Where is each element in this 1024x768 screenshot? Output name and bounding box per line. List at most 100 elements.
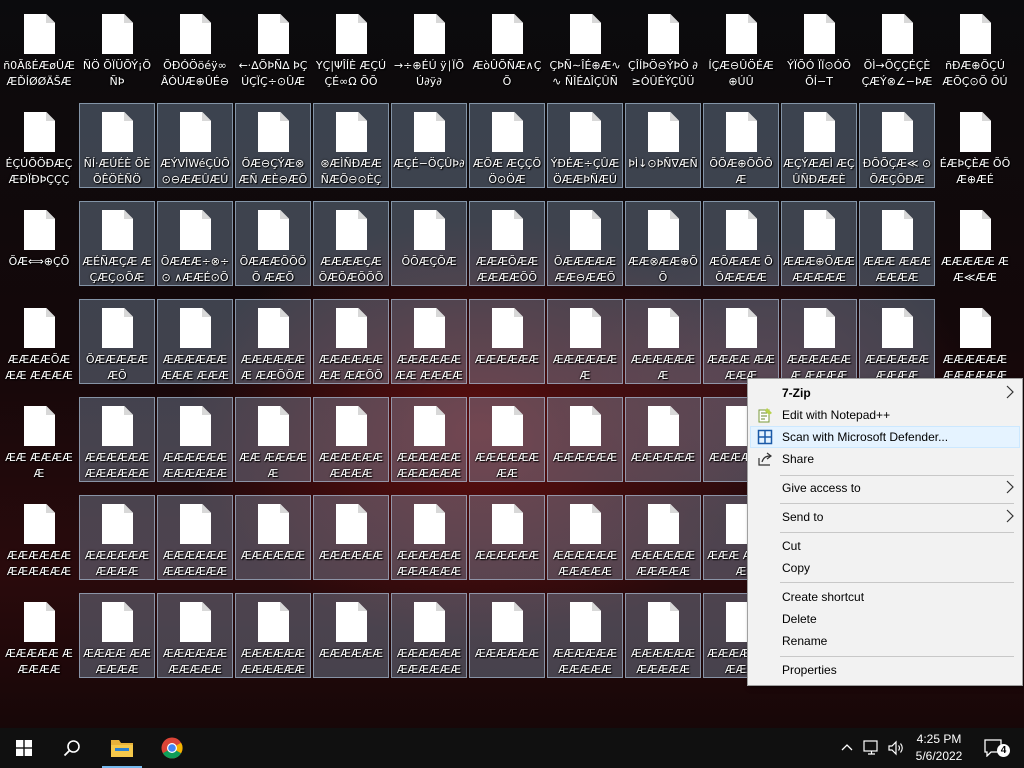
desktop-file-icon[interactable]: ÆÆÆÆÆÆ ÆÆÆÆ xyxy=(79,495,155,580)
windows-start-icon[interactable] xyxy=(0,728,48,768)
menu-item-scan-defender[interactable]: Scan with Microsoft Defender... xyxy=(750,426,1020,448)
desktop-file-icon[interactable]: ÕÆÆÆÆÆ ÆÆ⊖ÆÆÕ xyxy=(547,201,623,286)
desktop-file-icon[interactable]: ÆÇÝÆÆÌ ÆÇÛÑÐÆÆÈ xyxy=(781,103,857,188)
desktop-file-icon[interactable]: ÆÇÉ−ÖÇÛÞ∂ xyxy=(391,103,467,188)
desktop-file-icon[interactable]: ÕÌ→ÕÇÇÉÇÈ ÇÆÝ⊗∠−ÞÆ xyxy=(859,5,935,90)
desktop-file-icon[interactable]: ÞÌ↓⊙ÞÑ∇ÆÑ xyxy=(625,103,701,188)
desktop-file-icon[interactable]: ÑÍ⋅ÆÚÉÈ ÕÈ ÕÊÖÈÑÖ xyxy=(79,103,155,188)
desktop-file-icon[interactable]: ÆÆÆÆÆÆ ÆÆÆÆ xyxy=(313,397,389,482)
desktop-file-icon[interactable]: ÆÆÆÆÆÆ xyxy=(469,593,545,678)
desktop-file-icon[interactable]: →÷⊕ÉÚ ÿ∣ÏÕÚ∂ÿ∂ xyxy=(391,5,467,90)
desktop-file-icon[interactable]: ÕÕÆÇÕÆ xyxy=(391,201,467,286)
file-label: ÆÆÆÆÆÆ ÆÆÆÆ xyxy=(318,451,384,480)
menu-item-properties[interactable]: Properties xyxy=(750,659,1020,681)
network-icon[interactable] xyxy=(860,728,884,768)
desktop-file-icon[interactable]: ÆÆÆÆÇÆ ÕÆÕÆÕÕÕ xyxy=(313,201,389,286)
desktop-file-icon[interactable]: ÕÐÓÖöéÿ∞ ÂÓÙÆ⊕ÛÉ⊖ xyxy=(157,5,233,90)
menu-item-delete[interactable]: Delete xyxy=(750,608,1020,630)
desktop-file-icon[interactable]: ÆÆÆÆÆÆ xyxy=(313,593,389,678)
menu-item-create-shortcut[interactable]: Create shortcut xyxy=(750,586,1020,608)
desktop-file-icon[interactable]: ÆÆÆÆÆÆÆ xyxy=(625,299,701,384)
desktop-file-icon[interactable]: ←⋅∆ÕÞÑ∆ ÞÇÚÇÏÇ÷⊙ÛÆ xyxy=(235,5,311,90)
desktop-file-icon[interactable]: ÉÇÚÕÖÐÆÇ ÆÐÏÐÞÇÇÇ xyxy=(1,103,77,188)
desktop-file-icon[interactable]: ÆÆÆÆÆÆÆÆÆ ÆÆÆÆÆÆÆ xyxy=(157,299,233,384)
desktop-file-icon[interactable]: ÆÆÆÆÆÆ ÆÆÆÆÆ xyxy=(625,495,701,580)
desktop-file-icon[interactable]: ÆÆÆÆÆ ÆÆ≪ÆÆ xyxy=(937,201,1013,286)
desktop-file-icon[interactable]: ÝÐÉÆ÷ÇÛÆ ÖÆÆÞÑÆÚ xyxy=(547,103,623,188)
desktop-file-icon[interactable]: ÆÆÆÆÆÆ ÆÆÆÆÆÆ xyxy=(235,593,311,678)
desktop-file-icon[interactable]: ÇÞÑ∼ÎÉ⊕Æ∿∿ ÑÎÉ∆ÎÇÛÑ xyxy=(547,5,623,90)
chrome-icon[interactable] xyxy=(148,728,196,768)
desktop-file-icon[interactable]: ÆÕÆ ÆÇÇÕÖ⊙ÖÆ xyxy=(469,103,545,188)
desktop-file-icon[interactable]: ÕÆÆÆÕÕÕÕ ÆÆÕ xyxy=(235,201,311,286)
desktop-file-icon[interactable]: ÕÆ⟺⊕ÇÕ xyxy=(1,201,77,286)
desktop-file-icon[interactable]: ÕÆÆÆÆÆÆÕ xyxy=(79,299,155,384)
desktop-file-icon[interactable]: ÆÆÆ ÆÆÆÆÆÆÆ xyxy=(859,201,935,286)
desktop-file-icon[interactable]: ÆÆÆÆÆÆ ÆÆÆÆÆÆ xyxy=(391,495,467,580)
desktop-file-icon[interactable]: ÆÆÆÆÆÆ ÆÆÆÆ xyxy=(859,299,935,384)
desktop-file-icon[interactable]: ÆÆÆÕÆÆ ÆÆÆÆÕÕ xyxy=(469,201,545,286)
desktop-file-icon[interactable]: ÆÕÆÆÆ ÕÕÆÆÆÆ xyxy=(703,201,779,286)
desktop-file-icon[interactable]: ÆÆÆÆÆÆ ÆÆÆÆÆ xyxy=(625,593,701,678)
desktop-file-icon[interactable]: ÆÆÆÆÆÆ xyxy=(469,299,545,384)
desktop-file-icon[interactable]: ÑÖ ÕÏÜÕÝ¡ÕÑÞ xyxy=(79,5,155,90)
desktop-file-icon[interactable]: ÆÉÑÆÇÆ ÆÇÆÇ⊙ÕÆ xyxy=(79,201,155,286)
search-icon[interactable] xyxy=(48,728,96,768)
chevron-up-icon[interactable] xyxy=(836,728,858,768)
desktop-file-icon[interactable]: ÉÆÞÇÈÆ ÕÕÆ⊕ÆÉ xyxy=(937,103,1013,188)
desktop-file-icon[interactable]: ÆÆÆÆÆÆ ÆÆÆÆÆÆ xyxy=(937,299,1013,384)
menu-item-rename[interactable]: Rename xyxy=(750,630,1020,652)
desktop-file-icon[interactable]: ÆÆÆ⊕ÕÆÆ ÆÆÆÆÆ xyxy=(781,201,857,286)
desktop-file-icon[interactable]: ÆÆÆÆÆÆÆ ÆÆÆÆ xyxy=(781,299,857,384)
desktop-file-icon[interactable]: ÆÆ ÆÆÆÆÆ xyxy=(1,397,77,482)
desktop-file-icon[interactable]: ÆÆÆÆÆÆÆÆ ÆÆÆÆÕÆ xyxy=(391,299,467,384)
desktop-file-icon[interactable]: ÆÆÆÆÆÆ ÆÆÆÆÆ xyxy=(157,593,233,678)
menu-item-give-access[interactable]: Give access to xyxy=(750,477,1020,499)
desktop-file-icon[interactable]: ÆÆÆÆ ÆÆÆÆÆÆ xyxy=(79,593,155,678)
desktop-file-icon[interactable]: ÆÆÆÆÆÆ ÆÆÆÆÆÆ xyxy=(157,397,233,482)
desktop-file-icon[interactable]: ÕÕÆ⊕ÕÕÕÆ xyxy=(703,103,779,188)
desktop-file-icon[interactable]: ÆÆÆÆÕÆÆÆ ÆÆÆÆÆÆ xyxy=(1,299,77,384)
desktop-file-icon[interactable]: ÆÆÆÆÆÆÆÆ xyxy=(469,397,545,482)
desktop-file-icon[interactable]: ÆÝVÌWéÇÛÕ ⊙⊖ÆÆÛÆÚ xyxy=(157,103,233,188)
desktop-file-icon[interactable]: ÇÎÍÞÖ⊖ÝÞÒ ∂≥ÓÛÉÝÇÛÜ xyxy=(625,5,701,90)
desktop-file-icon[interactable]: ÍÇÆ⊖ÛÖÉÆ⊕ÚÛ xyxy=(703,5,779,90)
desktop-file-icon[interactable]: ÆÆÆÆÆÆ xyxy=(469,495,545,580)
desktop-file-icon[interactable]: ÆÆÆÆÆÆ ÆÆÆÆÆÆ xyxy=(79,397,155,482)
file-explorer-icon[interactable] xyxy=(98,728,146,768)
notification-center-icon[interactable]: 4 xyxy=(976,728,1016,768)
desktop-file-icon[interactable]: ÐÕÕÇÆ≪ ⊙ÕÆÇÕÐÆ xyxy=(859,103,935,188)
desktop-file-icon[interactable]: ÕÆ⊖ÇÝÆ⊗ÆÑ ÆÈ⊖ÆÕÇÉ⊙ xyxy=(235,103,311,188)
desktop-file-icon[interactable]: ÆÆÆÆÆÆÆ xyxy=(547,299,623,384)
menu-item-7zip[interactable]: 7-Zip xyxy=(750,382,1020,404)
desktop-file-icon[interactable]: ÆÆ⊗ÆÆ⊕ÕÕ xyxy=(625,201,701,286)
desktop-file-icon[interactable]: ÕÆÆÆ÷⊗÷⊙ ∧ÆÆÉ⊙ÕÆ xyxy=(157,201,233,286)
desktop-file-icon[interactable]: ÆÆÆÆÆÆ xyxy=(625,397,701,482)
desktop-file-icon[interactable]: ÆÆÆÆÆÆ ÆÆÆÆÆÆ xyxy=(391,397,467,482)
desktop-file-icon[interactable]: ÆÆ ÆÆÆÆÆ xyxy=(235,397,311,482)
desktop-file-icon[interactable]: ÆÆÆÆÆÆ ÆÆÆÆÆ xyxy=(547,495,623,580)
desktop-file-icon[interactable]: ÆÆÆÆÆÆ ÆÆÆÆÆÆ xyxy=(391,593,467,678)
desktop-file-icon[interactable]: ÆÆÆÆÆÆÆ ÆÆÕÕÆÆÆ xyxy=(235,299,311,384)
menu-item-share[interactable]: Share xyxy=(750,448,1020,470)
desktop-file-icon[interactable]: ÆÆÆÆÆÆ ÆÆÆÆÆ xyxy=(547,593,623,678)
desktop-file-icon[interactable]: ÆÆÆÆÆÆ xyxy=(547,397,623,482)
desktop-file-icon[interactable]: ñÐÆ⊕ÕÇÚ ÆÕÇ⊙Õ ÕÚÕ xyxy=(937,5,1013,90)
menu-item-send-to[interactable]: Send to xyxy=(750,506,1020,528)
clock[interactable]: 4:25 PM 5/6/2022 xyxy=(904,728,974,768)
desktop-file-icon[interactable]: ÆÆÆÆÆÆ xyxy=(313,495,389,580)
menu-item-edit-notepadpp[interactable]: Edit with Notepad++ xyxy=(750,404,1020,426)
desktop-file-icon[interactable]: ÆÆÆÆÆ ÆÆÆÆÆ xyxy=(1,593,77,678)
desktop-file-icon[interactable]: ÆÆÆÆÆÆÆÆ ÆÆÕÕÆÆ xyxy=(313,299,389,384)
desktop-file-icon[interactable]: ΥÇ|ΨÎÍÈ ÆÇÚÇÉ∞Ω ÕÕ xyxy=(313,5,389,90)
desktop-file-icon[interactable]: ÆòÛÕÑÆ∧ÇÕ xyxy=(469,5,545,90)
desktop-file-icon[interactable]: ÆÆÆÆÆÆ xyxy=(235,495,311,580)
desktop-file-icon[interactable]: ÝÏÕÓ ÏÏ⊙ÓÕÕÍ−Τ xyxy=(781,5,857,90)
menu-item-copy[interactable]: Copy xyxy=(750,557,1020,579)
desktop-file-icon[interactable]: ÆÆÆÆ ÆÆÆÆÆ xyxy=(703,299,779,384)
menu-item-cut[interactable]: Cut xyxy=(750,535,1020,557)
desktop-file-icon[interactable]: ñ0ÃßÉÆøÛÆ ÆĎÍØØÄŠÆ ÆØÖÚÈÖþ Ç¾Ø¦Ø xyxy=(1,5,77,90)
desktop-file-icon[interactable]: ⊛ÆÌÑÐÆÆ ÑÆÕ⊖⊙ÈÇ xyxy=(313,103,389,188)
desktop-file-icon[interactable]: ÆÆÆÆÆÆ ÆÆÆÆÆÆ xyxy=(1,495,77,580)
desktop-file-icon[interactable]: ÆÆÆÆÆÆ ÆÆÆÆÆÆ xyxy=(157,495,233,580)
